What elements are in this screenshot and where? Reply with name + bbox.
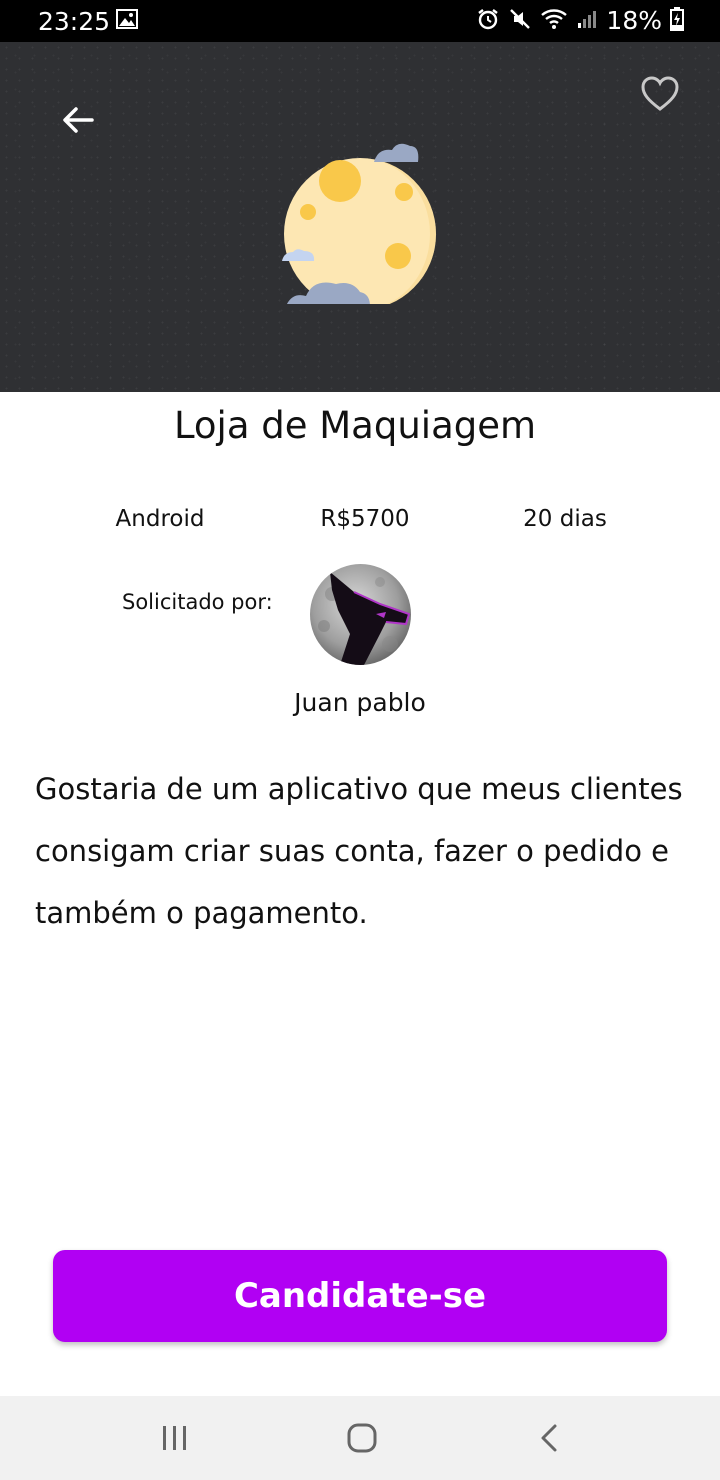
heart-outline-icon bbox=[641, 76, 679, 111]
recents-button[interactable] bbox=[155, 1418, 195, 1458]
alarm-icon bbox=[476, 7, 500, 35]
battery-percent: 18% bbox=[606, 6, 662, 35]
project-header bbox=[0, 42, 720, 392]
mute-icon bbox=[508, 7, 532, 35]
duration-value: 20 dias bbox=[523, 506, 607, 532]
home-icon bbox=[347, 1423, 377, 1453]
project-title: Loja de Maquiagem bbox=[173, 404, 537, 447]
platform-value: Android bbox=[115, 506, 205, 532]
requester-name: Juan pablo bbox=[294, 688, 426, 717]
home-button[interactable] bbox=[342, 1418, 382, 1458]
system-nav-bar bbox=[0, 1396, 720, 1480]
status-icons: 18% bbox=[476, 6, 684, 35]
price-value: R$5700 bbox=[320, 506, 410, 532]
back-icon bbox=[541, 1424, 557, 1452]
requester-avatar[interactable] bbox=[310, 564, 411, 665]
signal-icon bbox=[576, 8, 598, 34]
apply-button[interactable]: Candidate-se bbox=[53, 1250, 667, 1342]
recents-icon bbox=[163, 1426, 186, 1450]
wolf-moon-avatar-icon bbox=[310, 564, 411, 665]
status-bar: 23:25 18% bbox=[0, 0, 720, 42]
gallery-icon bbox=[116, 9, 138, 33]
favorite-button[interactable] bbox=[638, 72, 682, 116]
battery-charging-icon bbox=[670, 6, 684, 35]
requested-by-label: Solicitado por: bbox=[122, 590, 273, 614]
back-button[interactable] bbox=[58, 100, 98, 140]
wifi-icon bbox=[540, 7, 568, 35]
status-time: 23:25 bbox=[38, 7, 111, 36]
arrow-left-icon bbox=[63, 107, 94, 133]
project-description: Gostaria de um aplicativo que meus clien… bbox=[35, 772, 683, 930]
nav-back-button[interactable] bbox=[530, 1418, 570, 1458]
moon-illustration bbox=[282, 143, 436, 304]
project-meta: Android R$5700 20 dias bbox=[0, 506, 720, 536]
